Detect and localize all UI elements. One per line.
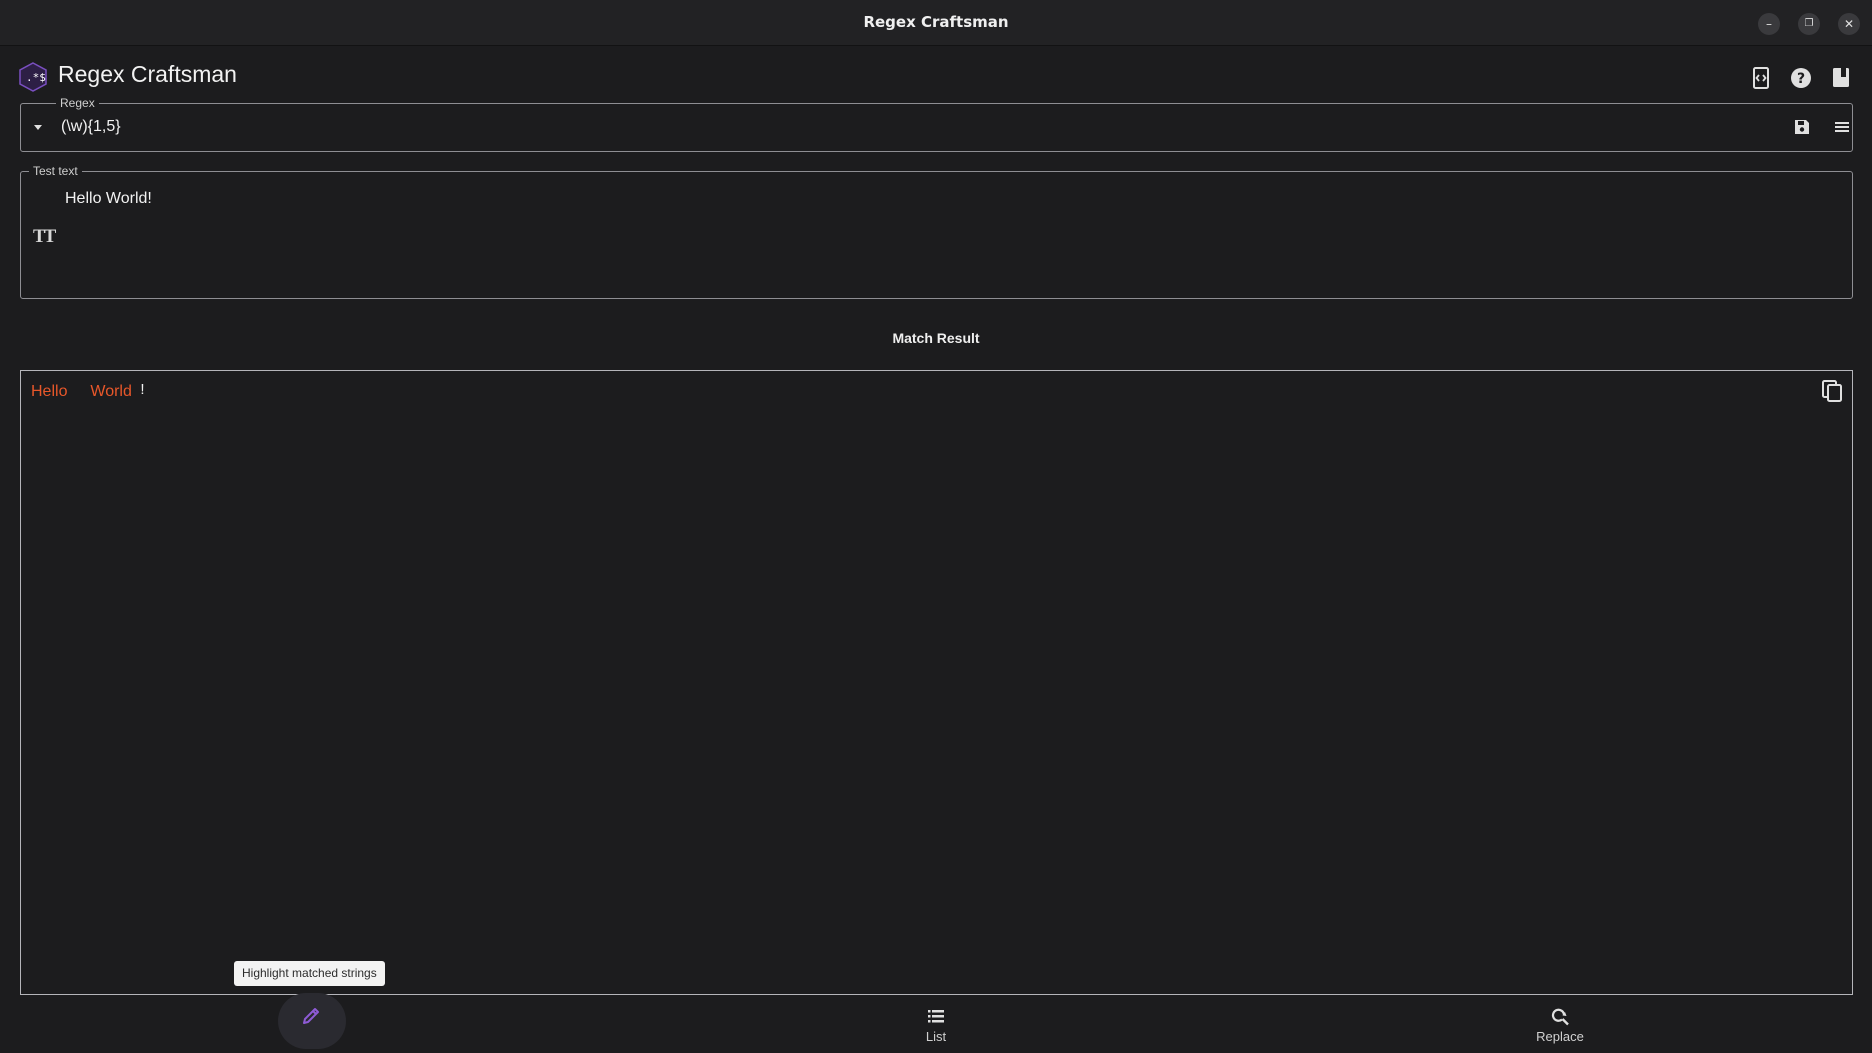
list-icon [928,1010,944,1023]
nav-list[interactable]: List [891,995,981,1053]
tooltip: Highlight matched strings [234,961,385,986]
svg-text:.*$: .*$ [26,71,46,84]
nav-match[interactable]: Match [266,993,356,1053]
non-match-segment: ! [140,381,145,398]
book-icon[interactable] [1828,65,1854,91]
test-text-label: Test text [29,163,82,179]
match-segment: Hello [31,383,68,400]
close-icon[interactable]: ✕ [1838,13,1860,35]
window-titlebar: Regex Craftsman – ❐ ✕ [0,0,1872,46]
match-segment: World [90,383,132,400]
minimize-icon[interactable]: – [1758,13,1780,35]
text-size-icon[interactable]: TT [33,226,56,248]
test-text-field[interactable]: Test text Hello World! TT [20,163,1853,299]
nav-replace-label: Replace [1536,1029,1584,1044]
match-result-text: Hello World ! [31,381,145,401]
code-file-icon[interactable] [1748,65,1774,91]
test-text-input[interactable]: Hello World! [65,190,152,208]
menu-icon[interactable] [1833,118,1851,136]
save-icon[interactable] [1793,118,1811,136]
match-result-title: Match Result [892,330,980,346]
app-name: Regex Craftsman [58,61,237,87]
help-icon[interactable]: ? [1788,65,1814,91]
regex-label: Regex [56,95,99,111]
bottom-navigation: Match List Replace [0,993,1872,1053]
window-title: Regex Craftsman [863,13,1009,31]
dropdown-arrow-icon[interactable] [32,123,44,131]
app-logo-icon: .*$ [19,62,47,92]
restore-icon[interactable]: ❐ [1798,13,1820,35]
nav-list-label: List [925,1029,947,1044]
svg-text:?: ? [1797,71,1805,87]
regex-input[interactable]: (\w){1,5} [61,118,121,136]
app-bar: .*$ Regex Craftsman ? [0,45,1872,103]
match-result-box: Hello World ! [20,370,1853,995]
nav-replace[interactable]: Replace [1515,995,1605,1053]
pen-icon [303,1008,319,1024]
copy-icon[interactable] [1820,379,1844,403]
regex-field[interactable]: Regex (\w){1,5} [20,95,1853,152]
find-replace-icon [1551,1008,1569,1026]
